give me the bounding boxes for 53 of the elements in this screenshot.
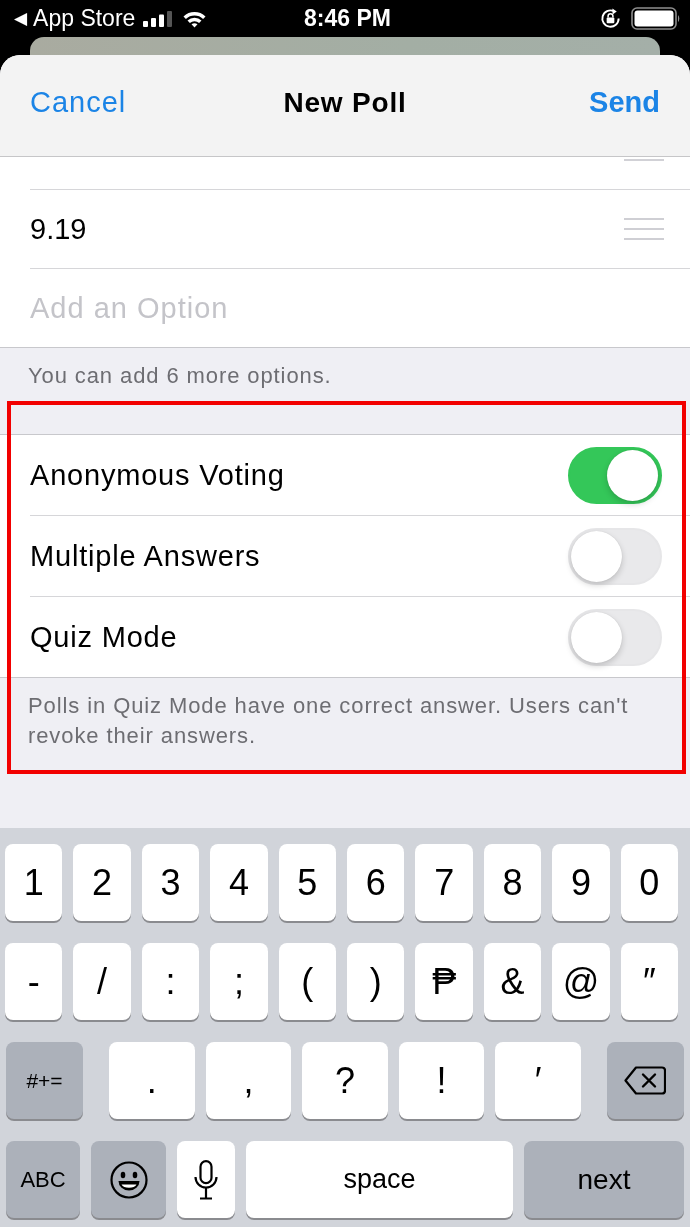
keyboard-key[interactable]: ₱: [415, 943, 473, 1020]
rotation-lock-icon: [599, 7, 622, 30]
keyboard-key[interactable]: -: [5, 943, 63, 1020]
keyboard-key[interactable]: .: [109, 1042, 195, 1119]
keyboard-key[interactable]: 0: [620, 844, 679, 921]
keyboard-key[interactable]: ,: [205, 1042, 292, 1119]
space-key[interactable]: space: [246, 1141, 513, 1218]
keyboard-key[interactable]: 5: [278, 844, 337, 921]
keyboard-key[interactable]: 1: [5, 844, 63, 921]
drag-handle-icon[interactable]: [624, 159, 664, 161]
emoji-key[interactable]: [91, 1141, 166, 1218]
backspace-icon: [624, 1066, 667, 1095]
clock-time: 8:46 PM: [304, 5, 391, 32]
keyboard-key[interactable]: :: [141, 943, 200, 1020]
sheet-title: New Poll: [283, 86, 407, 119]
drag-handle-icon[interactable]: [624, 218, 664, 240]
quiz-mode-hint: Polls in Quiz Mode have one correct answer. Users can't revoke their answers.: [27, 692, 630, 750]
microphone-icon: [194, 1159, 218, 1200]
battery-icon: [631, 7, 681, 30]
keyboard-key[interactable]: ″: [620, 943, 679, 1020]
smiley-icon: [109, 1160, 148, 1199]
setting-label: Quiz Mode: [30, 620, 178, 654]
keyboard-key[interactable]: 4: [210, 844, 268, 921]
back-arrow-glyph[interactable]: ◀: [14, 10, 28, 27]
keyboard-key[interactable]: ?: [302, 1042, 388, 1119]
keyboard-key[interactable]: !: [398, 1042, 485, 1119]
keyboard-key[interactable]: 8: [483, 844, 542, 921]
abc-key[interactable]: ABC: [6, 1141, 80, 1218]
toggle-switch[interactable]: [568, 446, 662, 504]
wifi-icon: [182, 9, 208, 28]
signal-bars-icon: [143, 10, 173, 27]
setting-label: Anonymous Voting: [30, 458, 285, 492]
keyboard-key[interactable]: 9: [552, 844, 610, 921]
keyboard-key[interactable]: ′: [495, 1042, 581, 1119]
keyboard-key[interactable]: ;: [210, 943, 268, 1020]
keyboard-key[interactable]: &: [483, 943, 542, 1020]
options-hint: You can add 6 more options.: [27, 362, 333, 390]
symbols-key[interactable]: #+=: [6, 1042, 83, 1119]
keyboard-key[interactable]: 6: [347, 844, 405, 921]
next-key[interactable]: next: [524, 1141, 684, 1218]
keyboard-key[interactable]: 7: [415, 844, 473, 921]
setting-label: Multiple Answers: [30, 539, 261, 573]
add-option-field[interactable]: Add an Option: [30, 291, 360, 325]
option-text[interactable]: 9.19: [30, 212, 87, 246]
keyboard-key[interactable]: 3: [141, 844, 200, 921]
keyboard-key[interactable]: 2: [73, 844, 131, 921]
keyboard-key[interactable]: @: [552, 943, 610, 1020]
back-app-link[interactable]: App Store: [33, 7, 136, 30]
backspace-key[interactable]: [606, 1042, 684, 1119]
keyboard-key[interactable]: /: [73, 943, 131, 1020]
dictation-key[interactable]: [177, 1141, 235, 1218]
keyboard-key[interactable]: ): [347, 943, 405, 1020]
keyboard-key[interactable]: (: [278, 943, 337, 1020]
